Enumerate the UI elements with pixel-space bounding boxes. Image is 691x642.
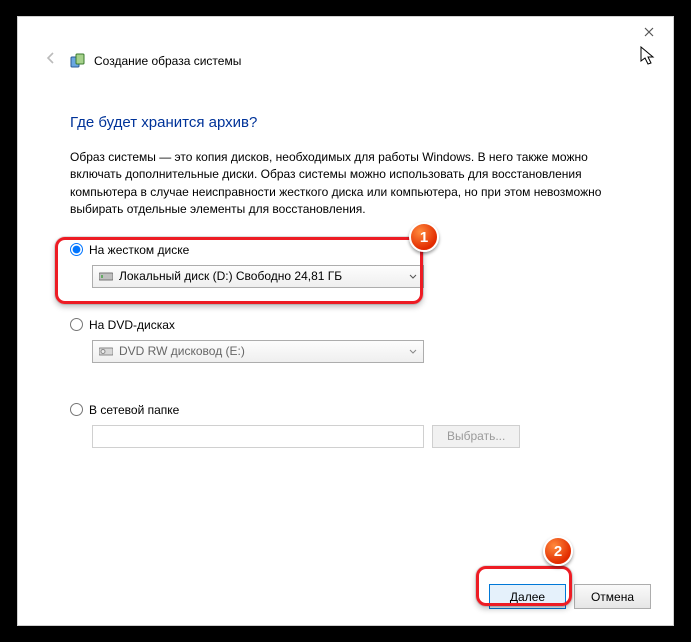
next-button[interactable]: Далее (489, 584, 566, 609)
radio-dvd-label: На DVD-дисках (89, 318, 175, 332)
hard-disk-select[interactable]: Локальный диск (D:) Свободно 24,81 ГБ (92, 265, 424, 288)
dvd-select[interactable]: DVD RW дисковод (E:) (92, 340, 424, 363)
network-path-input (92, 425, 424, 448)
radio-hard-disk[interactable]: На жестком диске (70, 241, 621, 259)
chevron-down-icon (409, 344, 417, 358)
dvd-select-value: DVD RW дисковод (E:) (119, 344, 245, 358)
radio-network-label: В сетевой папке (89, 403, 179, 417)
back-arrow-icon[interactable] (40, 49, 62, 72)
content-area: Где будет хранится архив? Образ системы … (18, 80, 673, 448)
titlebar (18, 17, 673, 47)
close-icon (644, 27, 654, 37)
header-row: Создание образа системы (18, 47, 673, 80)
radio-hard-disk-input[interactable] (70, 243, 83, 256)
page-description: Образ системы — это копия дисков, необхо… (70, 149, 621, 219)
browse-button: Выбрать... (432, 425, 520, 448)
option-network: В сетевой папке Выбрать... (70, 401, 621, 448)
radio-dvd-input[interactable] (70, 318, 83, 331)
hard-disk-select-value: Локальный диск (D:) Свободно 24,81 ГБ (119, 269, 342, 283)
cancel-button[interactable]: Отмена (574, 584, 651, 609)
system-image-icon (70, 53, 86, 69)
radio-network-input[interactable] (70, 403, 83, 416)
dvd-drive-icon (99, 345, 113, 357)
close-button[interactable] (629, 19, 669, 45)
footer-buttons: Далее Отмена (489, 584, 651, 609)
page-heading: Где будет хранится архив? (70, 114, 621, 131)
radio-hard-disk-label: На жестком диске (89, 243, 189, 257)
option-dvd: На DVD-дисках DVD RW дисковод (E:) (70, 316, 621, 363)
hard-disk-icon (99, 270, 113, 282)
radio-network[interactable]: В сетевой папке (70, 401, 621, 419)
dialog-window: Создание образа системы Где будет хранит… (17, 16, 674, 626)
option-hard-disk: На жестком диске Локальный диск (D:) Сво… (70, 241, 621, 288)
chevron-down-icon (409, 269, 417, 283)
radio-dvd[interactable]: На DVD-дисках (70, 316, 621, 334)
header-title: Создание образа системы (94, 54, 241, 68)
